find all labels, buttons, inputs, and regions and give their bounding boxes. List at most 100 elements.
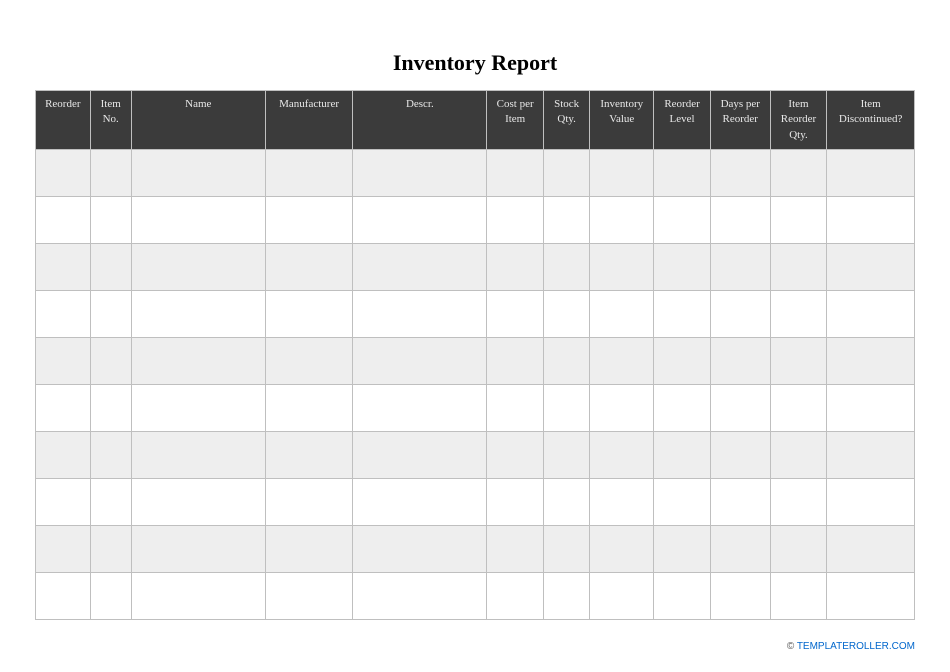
table-row	[36, 432, 915, 479]
cell-reorder	[36, 385, 91, 432]
cell-reorderlevel	[654, 197, 711, 244]
cell-manufacturer	[265, 573, 353, 620]
table-row	[36, 573, 915, 620]
table-row	[36, 338, 915, 385]
cell-reorder	[36, 432, 91, 479]
cell-invvalue	[590, 432, 654, 479]
cell-reorderlevel	[654, 573, 711, 620]
cell-itemno	[90, 385, 131, 432]
cell-reorder	[36, 150, 91, 197]
cell-descr	[353, 244, 487, 291]
cell-itemreorderqty	[770, 150, 827, 197]
col-header-reorderlevel: Reorder Level	[654, 91, 711, 150]
cell-descr	[353, 338, 487, 385]
cell-name	[131, 197, 265, 244]
table-row	[36, 479, 915, 526]
cell-itemno	[90, 573, 131, 620]
cell-discontinued	[827, 291, 915, 338]
cell-name	[131, 385, 265, 432]
cell-itemno	[90, 197, 131, 244]
cell-discontinued	[827, 432, 915, 479]
cell-reorder	[36, 244, 91, 291]
cell-descr	[353, 479, 487, 526]
cell-costper	[487, 338, 544, 385]
cell-daysper	[710, 432, 770, 479]
cell-daysper	[710, 526, 770, 573]
col-header-stockqty: Stock Qty.	[543, 91, 589, 150]
cell-daysper	[710, 197, 770, 244]
cell-stockqty	[543, 479, 589, 526]
cell-itemreorderqty	[770, 338, 827, 385]
col-header-costper: Cost per Item	[487, 91, 544, 150]
cell-manufacturer	[265, 197, 353, 244]
cell-discontinued	[827, 573, 915, 620]
cell-invvalue	[590, 573, 654, 620]
cell-invvalue	[590, 526, 654, 573]
cell-reorderlevel	[654, 244, 711, 291]
cell-itemno	[90, 338, 131, 385]
table-row	[36, 244, 915, 291]
cell-invvalue	[590, 291, 654, 338]
cell-itemreorderqty	[770, 385, 827, 432]
cell-manufacturer	[265, 150, 353, 197]
cell-reorderlevel	[654, 150, 711, 197]
footer-link[interactable]: TEMPLATEROLLER.COM	[797, 641, 915, 652]
table-row	[36, 385, 915, 432]
cell-invvalue	[590, 479, 654, 526]
cell-itemno	[90, 479, 131, 526]
table-header-row: Reorder Item No. Name Manufacturer Descr…	[36, 91, 915, 150]
cell-name	[131, 526, 265, 573]
col-header-itemreorderqty: Item Reorder Qty.	[770, 91, 827, 150]
cell-daysper	[710, 150, 770, 197]
cell-name	[131, 573, 265, 620]
cell-daysper	[710, 385, 770, 432]
cell-discontinued	[827, 526, 915, 573]
cell-reorder	[36, 573, 91, 620]
cell-descr	[353, 573, 487, 620]
cell-costper	[487, 150, 544, 197]
cell-invvalue	[590, 338, 654, 385]
cell-reorderlevel	[654, 338, 711, 385]
cell-stockqty	[543, 150, 589, 197]
cell-itemreorderqty	[770, 573, 827, 620]
cell-itemreorderqty	[770, 526, 827, 573]
cell-costper	[487, 432, 544, 479]
cell-reorder	[36, 197, 91, 244]
cell-costper	[487, 291, 544, 338]
col-header-itemno: Item No.	[90, 91, 131, 150]
col-header-daysper: Days per Reorder	[710, 91, 770, 150]
cell-name	[131, 432, 265, 479]
footer-copyright: ©	[787, 641, 797, 652]
cell-daysper	[710, 244, 770, 291]
cell-manufacturer	[265, 338, 353, 385]
cell-itemno	[90, 150, 131, 197]
cell-descr	[353, 197, 487, 244]
cell-itemno	[90, 432, 131, 479]
cell-reorder	[36, 291, 91, 338]
cell-discontinued	[827, 197, 915, 244]
cell-costper	[487, 526, 544, 573]
cell-costper	[487, 385, 544, 432]
cell-name	[131, 338, 265, 385]
cell-reorderlevel	[654, 291, 711, 338]
cell-stockqty	[543, 432, 589, 479]
cell-itemno	[90, 291, 131, 338]
cell-daysper	[710, 338, 770, 385]
table-row	[36, 526, 915, 573]
cell-itemreorderqty	[770, 244, 827, 291]
col-header-reorder: Reorder	[36, 91, 91, 150]
cell-stockqty	[543, 385, 589, 432]
cell-stockqty	[543, 573, 589, 620]
footer: © TEMPLATEROLLER.COM	[787, 641, 915, 652]
table-row	[36, 197, 915, 244]
cell-costper	[487, 244, 544, 291]
cell-discontinued	[827, 479, 915, 526]
cell-reorder	[36, 526, 91, 573]
cell-daysper	[710, 479, 770, 526]
cell-reorderlevel	[654, 479, 711, 526]
cell-stockqty	[543, 338, 589, 385]
cell-stockqty	[543, 197, 589, 244]
cell-discontinued	[827, 385, 915, 432]
col-header-manufacturer: Manufacturer	[265, 91, 353, 150]
cell-invvalue	[590, 150, 654, 197]
